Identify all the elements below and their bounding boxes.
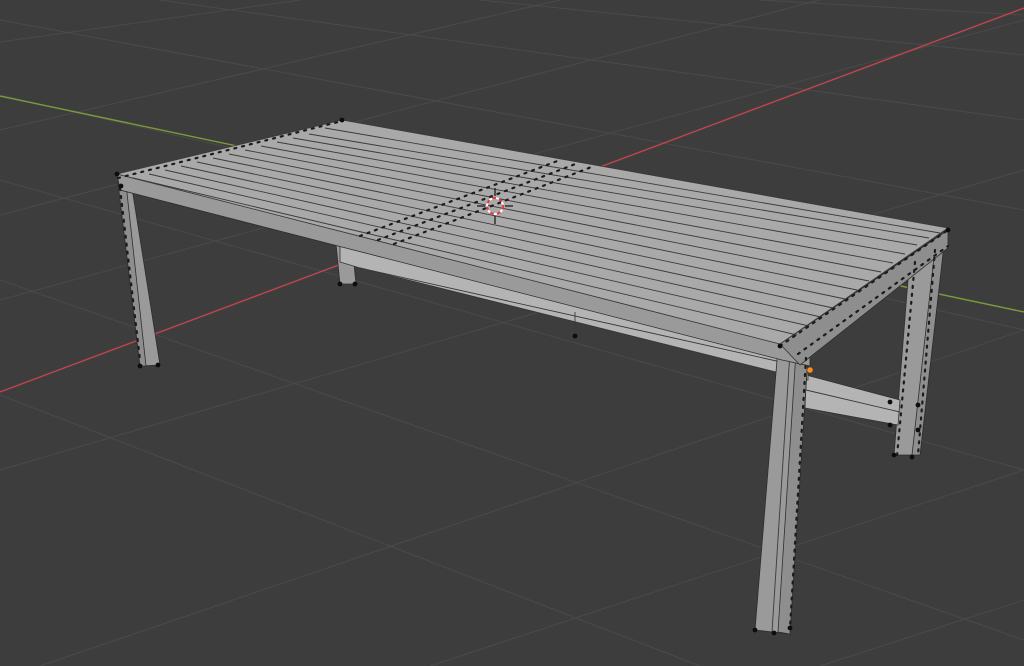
side-stretcher[interactable] [804, 374, 901, 426]
viewport-canvas[interactable] [0, 0, 1024, 666]
3d-viewport[interactable] [0, 0, 1024, 666]
table-mesh[interactable] [114, 117, 951, 636]
active-vertex[interactable] [807, 367, 813, 373]
